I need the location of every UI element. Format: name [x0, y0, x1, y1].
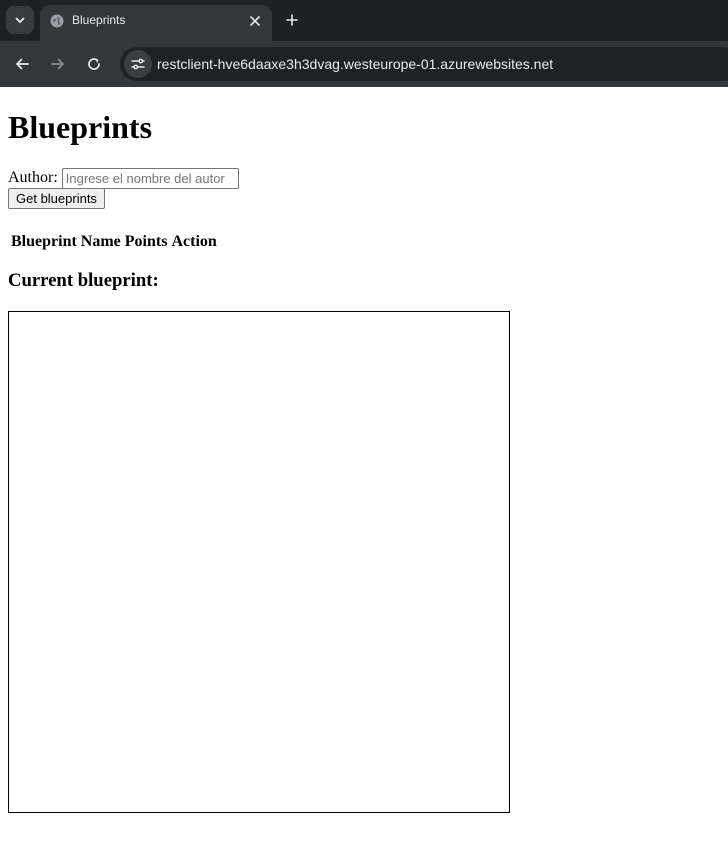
- current-blueprint-heading: Current blueprint:: [8, 270, 159, 291]
- blueprint-canvas[interactable]: [8, 311, 510, 813]
- column-header-action: Action: [171, 233, 217, 250]
- browser-tab-strip: Blueprints: [0, 0, 728, 41]
- close-icon: [250, 16, 260, 26]
- back-arrow-icon: [16, 58, 29, 70]
- browser-toolbar: restclient-hve6daaxe3h3dvag.westeurope-0…: [0, 41, 728, 87]
- site-settings-icon: [131, 58, 145, 70]
- new-tab-button[interactable]: [280, 8, 304, 32]
- get-blueprints-button[interactable]: Get blueprints: [8, 188, 105, 209]
- author-label: Author:: [8, 169, 58, 186]
- forward-button[interactable]: [44, 50, 72, 78]
- table-header-row: Blueprint Name Points Action: [10, 232, 218, 252]
- site-info-button[interactable]: [124, 50, 152, 78]
- tab-title: Blueprints: [72, 13, 126, 27]
- back-button[interactable]: [8, 50, 36, 78]
- plus-icon: [286, 14, 298, 26]
- forward-arrow-icon: [51, 58, 64, 70]
- page-title: Blueprints: [8, 109, 153, 145]
- globe-icon: [50, 14, 64, 28]
- blueprints-table: Blueprint Name Points Action: [8, 230, 220, 254]
- column-header-blueprint-name: Blueprint Name: [11, 233, 121, 250]
- author-row: Author:: [8, 167, 239, 189]
- author-input[interactable]: [61, 167, 239, 189]
- reload-button[interactable]: [80, 50, 108, 78]
- address-bar[interactable]: restclient-hve6daaxe3h3dvag.westeurope-0…: [120, 47, 728, 81]
- page-content: Blueprints Author: Get blueprints Bluepr…: [0, 87, 728, 863]
- url-text: restclient-hve6daaxe3h3dvag.westeurope-0…: [157, 56, 554, 72]
- browser-tab[interactable]: Blueprints: [40, 5, 272, 41]
- tab-close-button[interactable]: [246, 12, 264, 30]
- column-header-points: Points: [124, 233, 168, 250]
- chevron-down-icon: [15, 17, 25, 23]
- tab-search-button[interactable]: [6, 6, 34, 34]
- reload-icon: [88, 58, 100, 70]
